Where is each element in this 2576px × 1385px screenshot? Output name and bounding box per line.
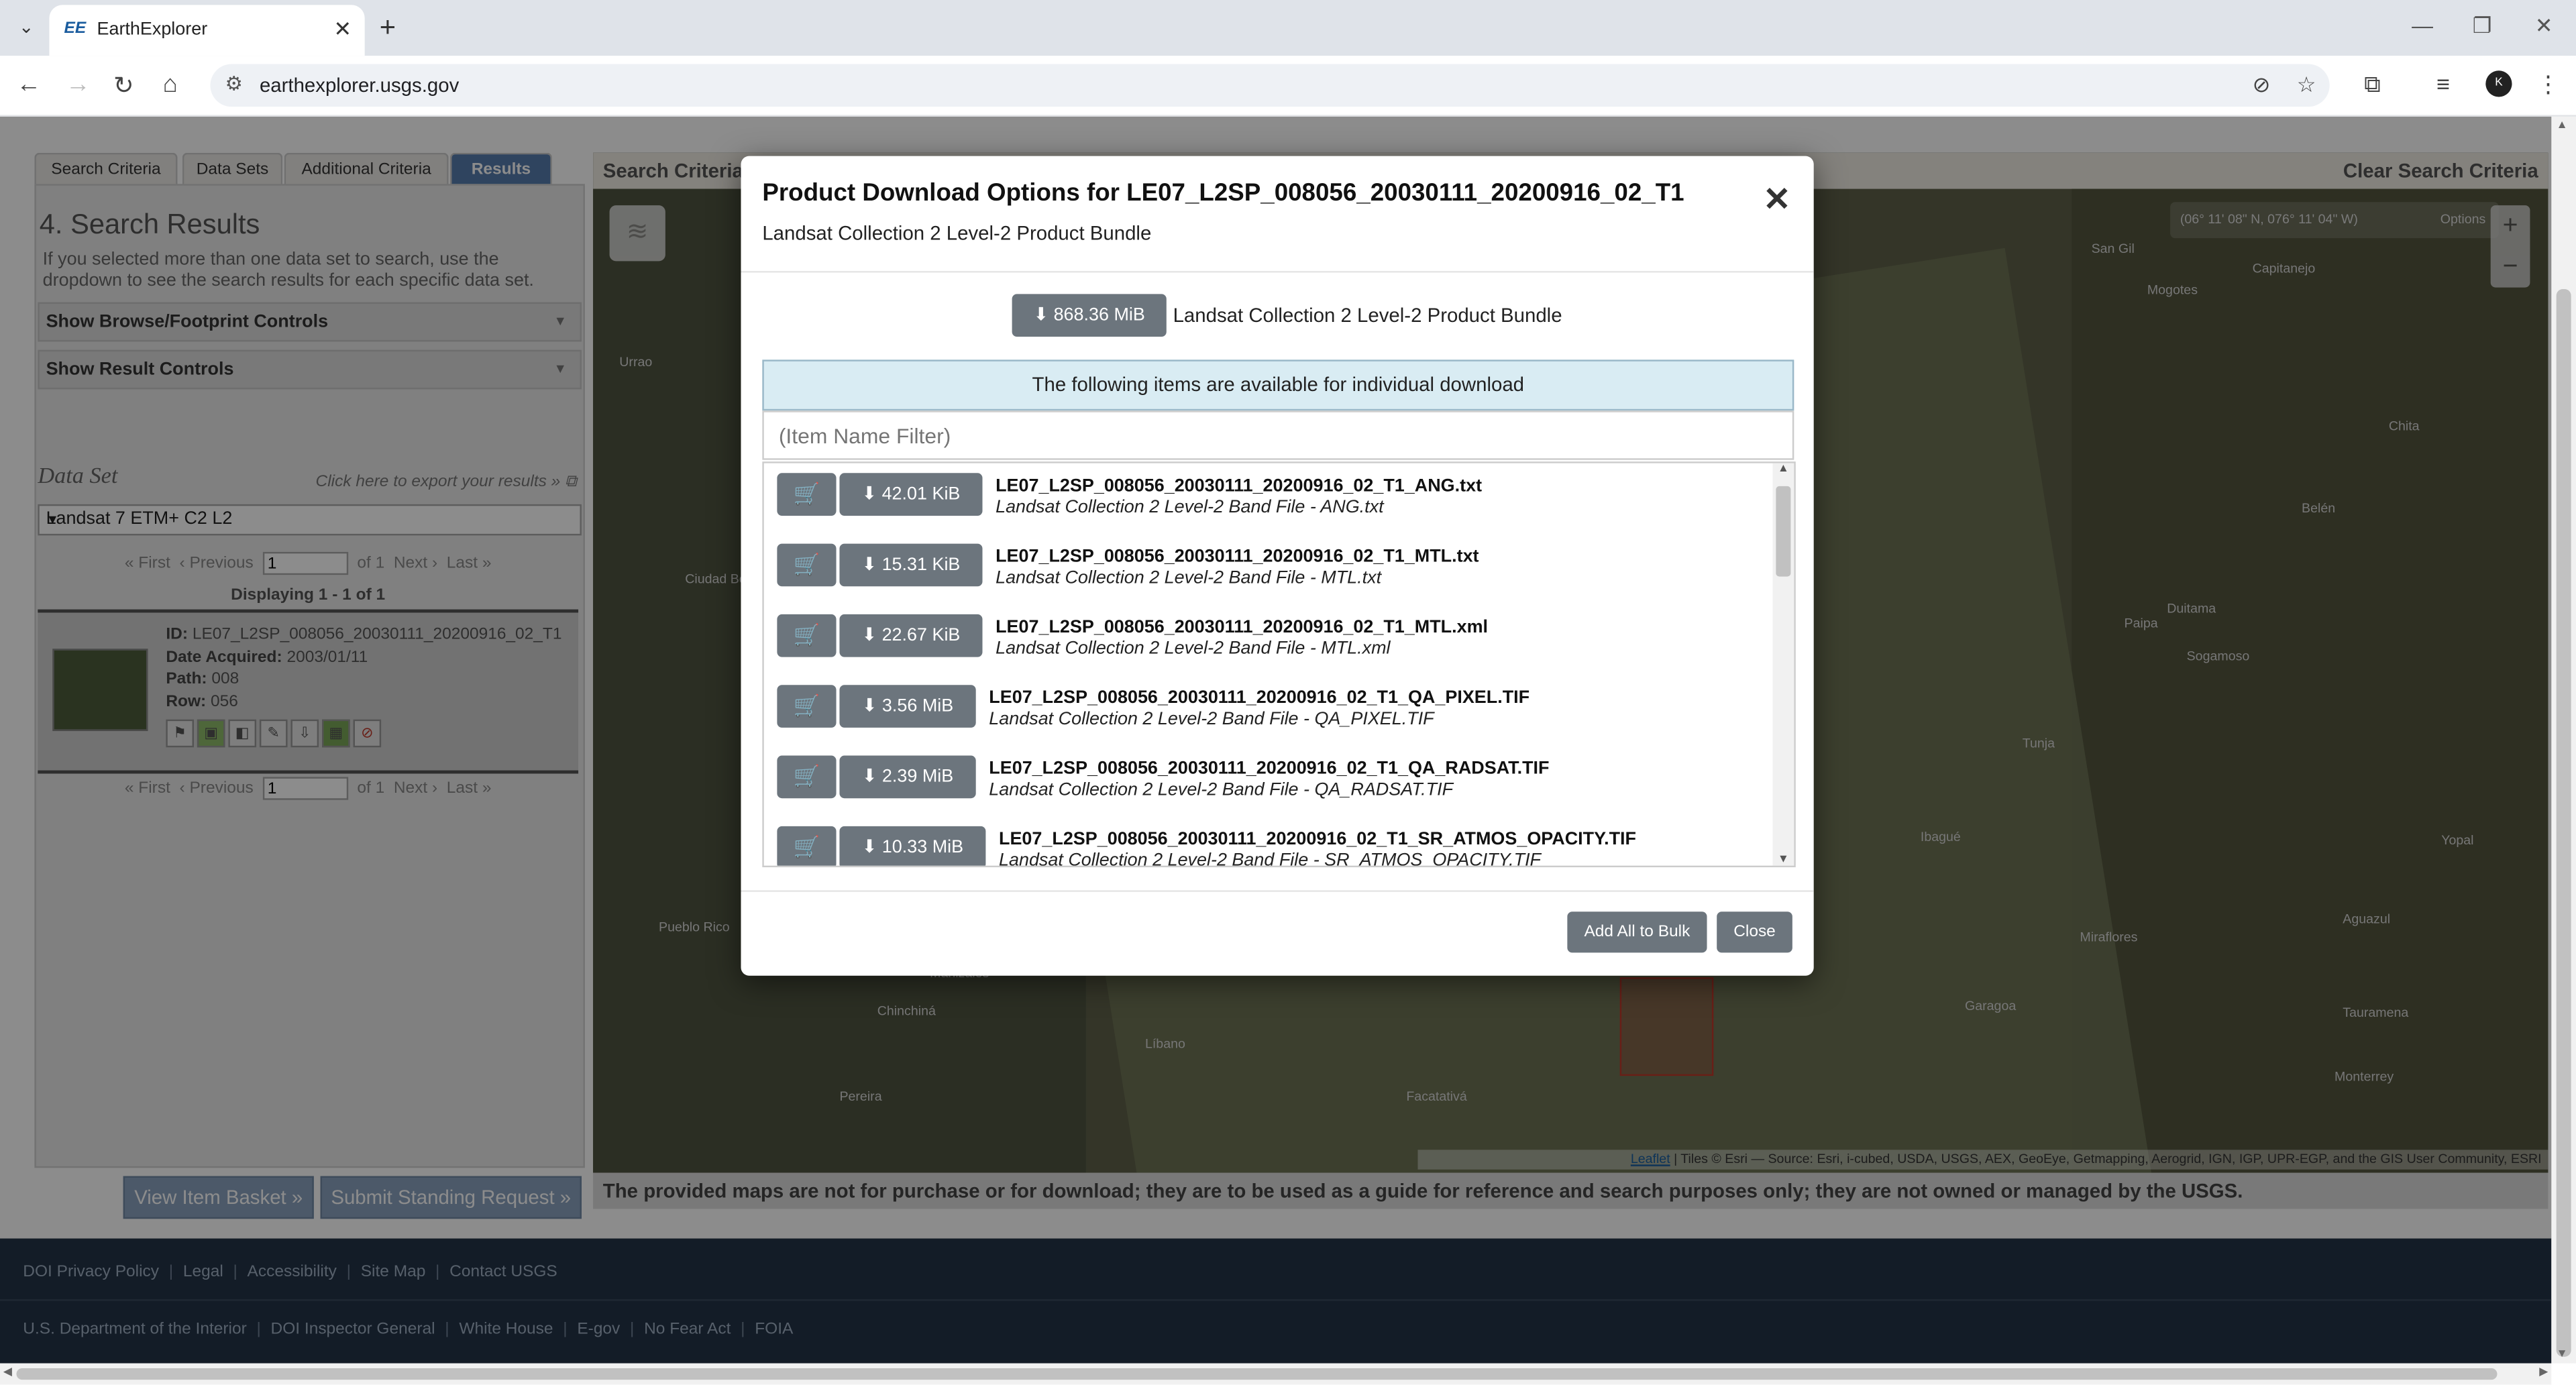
tab-close-icon[interactable]: ✕ [333, 16, 352, 42]
browser-tab[interactable]: EE EarthExplorer ✕ [49, 5, 365, 56]
download-file-button[interactable]: ⬇ 22.67 KiB [839, 614, 983, 657]
download-icon: ⬇ [861, 626, 877, 646]
reload-icon[interactable]: ↻ [113, 70, 134, 101]
bookmark-star-icon[interactable]: ☆ [2297, 72, 2316, 99]
profile-avatar[interactable]: K [2485, 70, 2512, 97]
cart-icon: 🛒 [793, 551, 820, 577]
file-description: Landsat Collection 2 Level-2 Band File -… [989, 709, 1434, 730]
back-icon[interactable]: ← [16, 70, 41, 99]
bundle-size: 868.36 MiB [1053, 305, 1145, 325]
download-item: 🛒 ⬇ 10.33 MiB LE07_L2SP_008056_20030111_… [764, 816, 1770, 868]
add-to-cart-button[interactable]: 🛒 [777, 614, 837, 657]
file-size: 2.39 MiB [881, 767, 954, 787]
cart-icon: 🛒 [793, 693, 820, 718]
file-size: 10.33 MiB [881, 837, 964, 858]
download-file-button[interactable]: ⬇ 42.01 KiB [839, 473, 983, 516]
file-name: LE07_L2SP_008056_20030111_20200916_02_T1… [989, 759, 1550, 779]
close-button[interactable]: Close [1717, 911, 1792, 953]
file-description: Landsat Collection 2 Level-2 Band File -… [998, 850, 1542, 868]
page-horizontal-scrollbar[interactable]: ◀ ▶ [0, 1363, 2552, 1385]
media-controls-icon[interactable]: ≡ [2436, 70, 2450, 97]
file-size: 3.56 MiB [881, 696, 954, 716]
tab-title: EarthExplorer [97, 19, 208, 40]
download-bundle-button[interactable]: ⬇ 868.36 MiB [1012, 294, 1167, 337]
modal-subtitle: Landsat Collection 2 Level-2 Product Bun… [762, 221, 1152, 245]
tab-search-icon[interactable]: ⌄ [13, 15, 40, 41]
scroll-right-icon[interactable]: ▶ [2539, 1365, 2548, 1378]
download-file-button[interactable]: ⬇ 15.31 KiB [839, 543, 983, 587]
file-size: 22.67 KiB [881, 626, 961, 646]
add-to-cart-button[interactable]: 🛒 [777, 473, 837, 516]
list-scrollbar[interactable]: ▲ ▼ [1772, 463, 1794, 866]
scrollbar-thumb[interactable] [1776, 486, 1791, 577]
file-name: LE07_L2SP_008056_20030111_20200916_02_T1… [996, 476, 1483, 496]
cart-icon: 🛒 [793, 763, 820, 789]
extensions-icon[interactable]: ⧉ [2364, 70, 2380, 99]
scroll-down-icon[interactable]: ▼ [2557, 1349, 2568, 1360]
add-to-cart-button[interactable]: 🛒 [777, 826, 837, 866]
bundle-label: Landsat Collection 2 Level-2 Product Bun… [1173, 304, 1562, 327]
modal-header-divider [741, 271, 1814, 273]
forward-icon[interactable]: → [66, 70, 91, 99]
close-icon[interactable]: ✕ [1763, 179, 1790, 220]
download-item: 🛒 ⬇ 3.56 MiB LE07_L2SP_008056_20030111_2… [764, 675, 1770, 746]
download-items-list: 🛒 ⬇ 42.01 KiB LE07_L2SP_008056_20030111_… [762, 461, 1796, 868]
download-icon: ⬇ [861, 837, 877, 858]
cart-icon: 🛒 [793, 834, 820, 859]
download-item: 🛒 ⬇ 22.67 KiB LE07_L2SP_008056_20030111_… [764, 604, 1770, 675]
file-description: Landsat Collection 2 Level-2 Band File -… [996, 498, 1384, 518]
cart-icon: 🛒 [793, 622, 820, 647]
download-file-button[interactable]: ⬇ 2.39 MiB [839, 755, 976, 799]
file-size: 15.31 KiB [881, 555, 961, 575]
scrollbar-thumb[interactable] [16, 1368, 2498, 1380]
cart-icon: 🛒 [793, 481, 820, 506]
scroll-up-icon[interactable]: ▲ [1778, 463, 1789, 475]
download-icon: ⬇ [861, 555, 877, 575]
file-description: Landsat Collection 2 Level-2 Band File -… [996, 568, 1382, 588]
restore-icon[interactable]: ❐ [2473, 13, 2492, 40]
window-close-icon[interactable]: ✕ [2535, 13, 2553, 40]
add-all-to-bulk-button[interactable]: Add All to Bulk [1567, 911, 1707, 953]
individual-download-notice: The following items are available for in… [762, 359, 1794, 411]
download-item: 🛒 ⬇ 42.01 KiB LE07_L2SP_008056_20030111_… [764, 463, 1770, 534]
file-name: LE07_L2SP_008056_20030111_20200916_02_T1… [989, 688, 1530, 708]
modal-footer-divider [741, 890, 1814, 892]
file-size: 42.01 KiB [881, 484, 961, 504]
add-to-cart-button[interactable]: 🛒 [777, 755, 837, 799]
new-tab-icon[interactable]: + [380, 11, 396, 44]
browser-toolbar: ← → ↻ ⌂ ⚙ earthexplorer.usgs.gov ⊘ ☆ ⧉ ≡… [0, 56, 2576, 117]
add-to-cart-button[interactable]: 🛒 [777, 543, 837, 587]
site-info-icon[interactable]: ⚙ [225, 72, 243, 95]
url-text[interactable]: earthexplorer.usgs.gov [260, 74, 459, 97]
add-to-cart-button[interactable]: 🛒 [777, 685, 837, 728]
download-icon: ⬇ [861, 767, 877, 787]
download-item: 🛒 ⬇ 15.31 KiB LE07_L2SP_008056_20030111_… [764, 534, 1770, 604]
download-file-button[interactable]: ⬇ 10.33 MiB [839, 826, 986, 866]
download-file-button[interactable]: ⬇ 3.56 MiB [839, 685, 976, 728]
browser-menu-icon[interactable]: ⋮ [2536, 70, 2559, 99]
download-icon: ⬇ [1033, 305, 1049, 325]
scroll-down-icon[interactable]: ▼ [1778, 854, 1789, 865]
scrollbar-thumb[interactable] [2556, 289, 2571, 1357]
minimize-icon[interactable]: — [2412, 13, 2433, 38]
download-options-modal: Product Download Options for LE07_L2SP_0… [741, 156, 1814, 976]
file-name: LE07_L2SP_008056_20030111_20200916_02_T1… [998, 829, 1636, 850]
page-vertical-scrollbar[interactable]: ▲ ▼ [2551, 116, 2576, 1364]
scroll-up-icon[interactable]: ▲ [2557, 120, 2568, 131]
modal-title: Product Download Options for LE07_L2SP_0… [762, 178, 1684, 207]
earthexplorer-favicon-icon: EE [64, 19, 87, 38]
file-description: Landsat Collection 2 Level-2 Band File -… [996, 639, 1391, 659]
file-description: Landsat Collection 2 Level-2 Band File -… [989, 780, 1454, 800]
browser-tab-bar: ⌄ EE EarthExplorer ✕ + — ❐ ✕ [0, 0, 2576, 56]
home-icon[interactable]: ⌂ [162, 70, 177, 99]
address-bar[interactable]: ⚙ earthexplorer.usgs.gov ⊘ ☆ [210, 64, 2330, 107]
file-name: LE07_L2SP_008056_20030111_20200916_02_T1… [996, 617, 1489, 638]
camera-blocked-icon[interactable]: ⊘ [2253, 72, 2271, 99]
scroll-left-icon[interactable]: ◀ [3, 1365, 12, 1378]
download-item: 🛒 ⬇ 2.39 MiB LE07_L2SP_008056_20030111_2… [764, 746, 1770, 816]
file-name: LE07_L2SP_008056_20030111_20200916_02_T1… [996, 547, 1479, 567]
download-icon: ⬇ [861, 696, 877, 716]
download-icon: ⬇ [861, 484, 877, 504]
item-name-filter-input[interactable] [762, 410, 1794, 460]
